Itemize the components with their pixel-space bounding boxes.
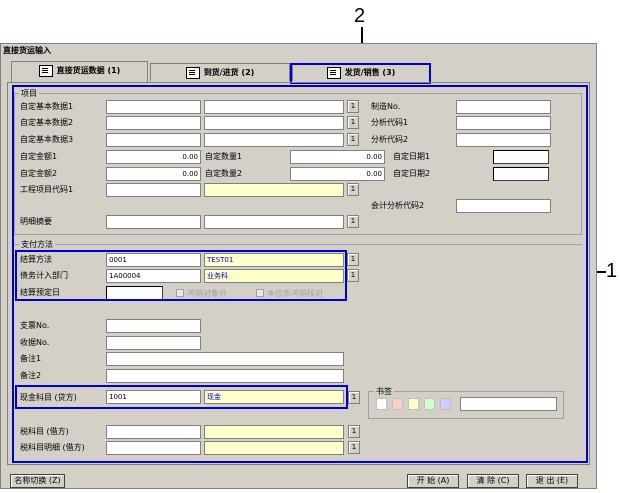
clear-button[interactable]: 清 除 (C): [467, 474, 519, 488]
custom-base1-picker[interactable]: 1: [347, 100, 359, 113]
check-no-input[interactable]: [106, 319, 201, 333]
start-button[interactable]: 开 始 (A): [407, 474, 459, 488]
tax-account-name: [204, 425, 344, 439]
tab-arrival[interactable]: 到货/进货 (2): [150, 63, 290, 81]
payment-divider: [14, 244, 582, 245]
custom-date1-input[interactable]: [493, 150, 549, 164]
label-receipt-no: 收据No.: [20, 338, 50, 347]
exit-button[interactable]: 退 出 (E): [526, 474, 578, 488]
note1-input[interactable]: [106, 352, 344, 366]
label-analysis-code1: 分析代码1: [371, 118, 409, 127]
callout-2: 2: [354, 5, 366, 27]
project-code1-code[interactable]: [106, 183, 201, 197]
callout-1: 1: [606, 260, 618, 282]
highlight-payment: [15, 250, 347, 301]
bookmark-label: 书签: [374, 386, 394, 397]
project-code1-picker[interactable]: 1: [347, 183, 359, 196]
custom-date2-input[interactable]: [493, 167, 549, 181]
label-custom-amount2: 自定金额2: [20, 169, 58, 178]
tax-detail-picker[interactable]: 1: [348, 441, 360, 454]
custom-base3-picker[interactable]: 1: [347, 133, 359, 146]
label-tax-account: 税科目 (借方): [20, 427, 69, 436]
detail-summary-name[interactable]: [204, 215, 344, 229]
tax-detail-name: [204, 441, 344, 455]
highlight-cash: [15, 385, 348, 409]
custom-qty2-input[interactable]: 0.00: [290, 167, 385, 181]
custom-base3-code[interactable]: [106, 133, 201, 147]
label-custom-amount1: 自定金额1: [20, 152, 58, 161]
tab-label: 到货/进货 (2): [203, 68, 255, 77]
book-icon: [38, 64, 53, 77]
bookmark-color-green[interactable]: [424, 398, 435, 410]
custom-base3-name[interactable]: [204, 133, 344, 147]
manufacture-no-input[interactable]: [456, 100, 551, 114]
label-manufacture-no: 制造No.: [371, 102, 401, 111]
label-note2: 备注2: [20, 371, 42, 380]
window-title: 直接货运输入: [1, 44, 596, 57]
custom-base1-name[interactable]: [204, 100, 344, 114]
bookmark-color-yellow[interactable]: [408, 398, 419, 410]
project-code1-name: [204, 183, 344, 197]
custom-amount1-input[interactable]: 0.00: [106, 150, 201, 164]
settlement-method-picker[interactable]: 1: [347, 253, 359, 266]
label-tax-detail: 税科目明细 (借方): [20, 443, 85, 452]
label-custom-base1: 自定基本数据1: [20, 102, 74, 111]
cash-account-picker[interactable]: 1: [348, 391, 360, 404]
label-check-no: 支票No.: [20, 321, 50, 330]
bookmark-text[interactable]: [460, 397, 557, 411]
custom-base1-code[interactable]: [106, 100, 201, 114]
bookmark-color-white[interactable]: [376, 398, 387, 410]
bookmark-color-blue[interactable]: [440, 398, 451, 410]
label-custom-date2: 自定日期2: [393, 169, 431, 178]
label-custom-qty2: 自定数量2: [205, 169, 243, 178]
label-custom-base2: 自定基本数据2: [20, 118, 74, 127]
custom-qty1-input[interactable]: 0.00: [290, 150, 385, 164]
custom-amount2-input[interactable]: 0.00: [106, 167, 201, 181]
custom-base2-code[interactable]: [106, 116, 201, 130]
label-custom-base3: 自定基本数据3: [20, 135, 74, 144]
highlight-tab-3: [290, 63, 431, 84]
payment-group-title: 支付方法: [19, 239, 55, 250]
analysis-code1-input[interactable]: [456, 116, 551, 130]
document-icon: [185, 66, 200, 79]
items-group: [14, 93, 582, 235]
debt-dept-picker[interactable]: 1: [347, 269, 359, 282]
tax-account-code[interactable]: [106, 425, 201, 439]
detail-summary-picker[interactable]: 1: [347, 215, 359, 228]
label-project-code1: 工程项目代码1: [20, 185, 74, 194]
name-switch-button[interactable]: 名称切换 (Z): [10, 474, 65, 488]
label-detail-summary: 明细摘要: [20, 217, 52, 226]
acct-analysis-code2-input[interactable]: [456, 199, 551, 213]
analysis-code2-input[interactable]: [456, 133, 551, 147]
bookmark-color-pink[interactable]: [392, 398, 403, 410]
label-analysis-code2: 分析代码2: [371, 135, 409, 144]
note2-input[interactable]: [106, 369, 344, 383]
detail-summary-code[interactable]: [106, 215, 201, 229]
tax-detail-code[interactable]: [106, 441, 201, 455]
label-custom-date1: 自定日期1: [393, 152, 431, 161]
custom-base2-name[interactable]: [204, 116, 344, 130]
custom-base2-picker[interactable]: 1: [347, 116, 359, 129]
tax-account-picker[interactable]: 1: [348, 425, 360, 438]
tab-direct-shipping[interactable]: 直接货运数据 (1): [11, 61, 148, 82]
tab-label: 直接货运数据 (1): [56, 66, 121, 75]
items-group-title: 项目: [19, 88, 39, 99]
label-acct-analysis-code2: 会计分析代码2: [371, 201, 425, 210]
label-note1: 备注1: [20, 354, 42, 363]
receipt-no-input[interactable]: [106, 336, 201, 350]
label-custom-qty1: 自定数量1: [205, 152, 243, 161]
